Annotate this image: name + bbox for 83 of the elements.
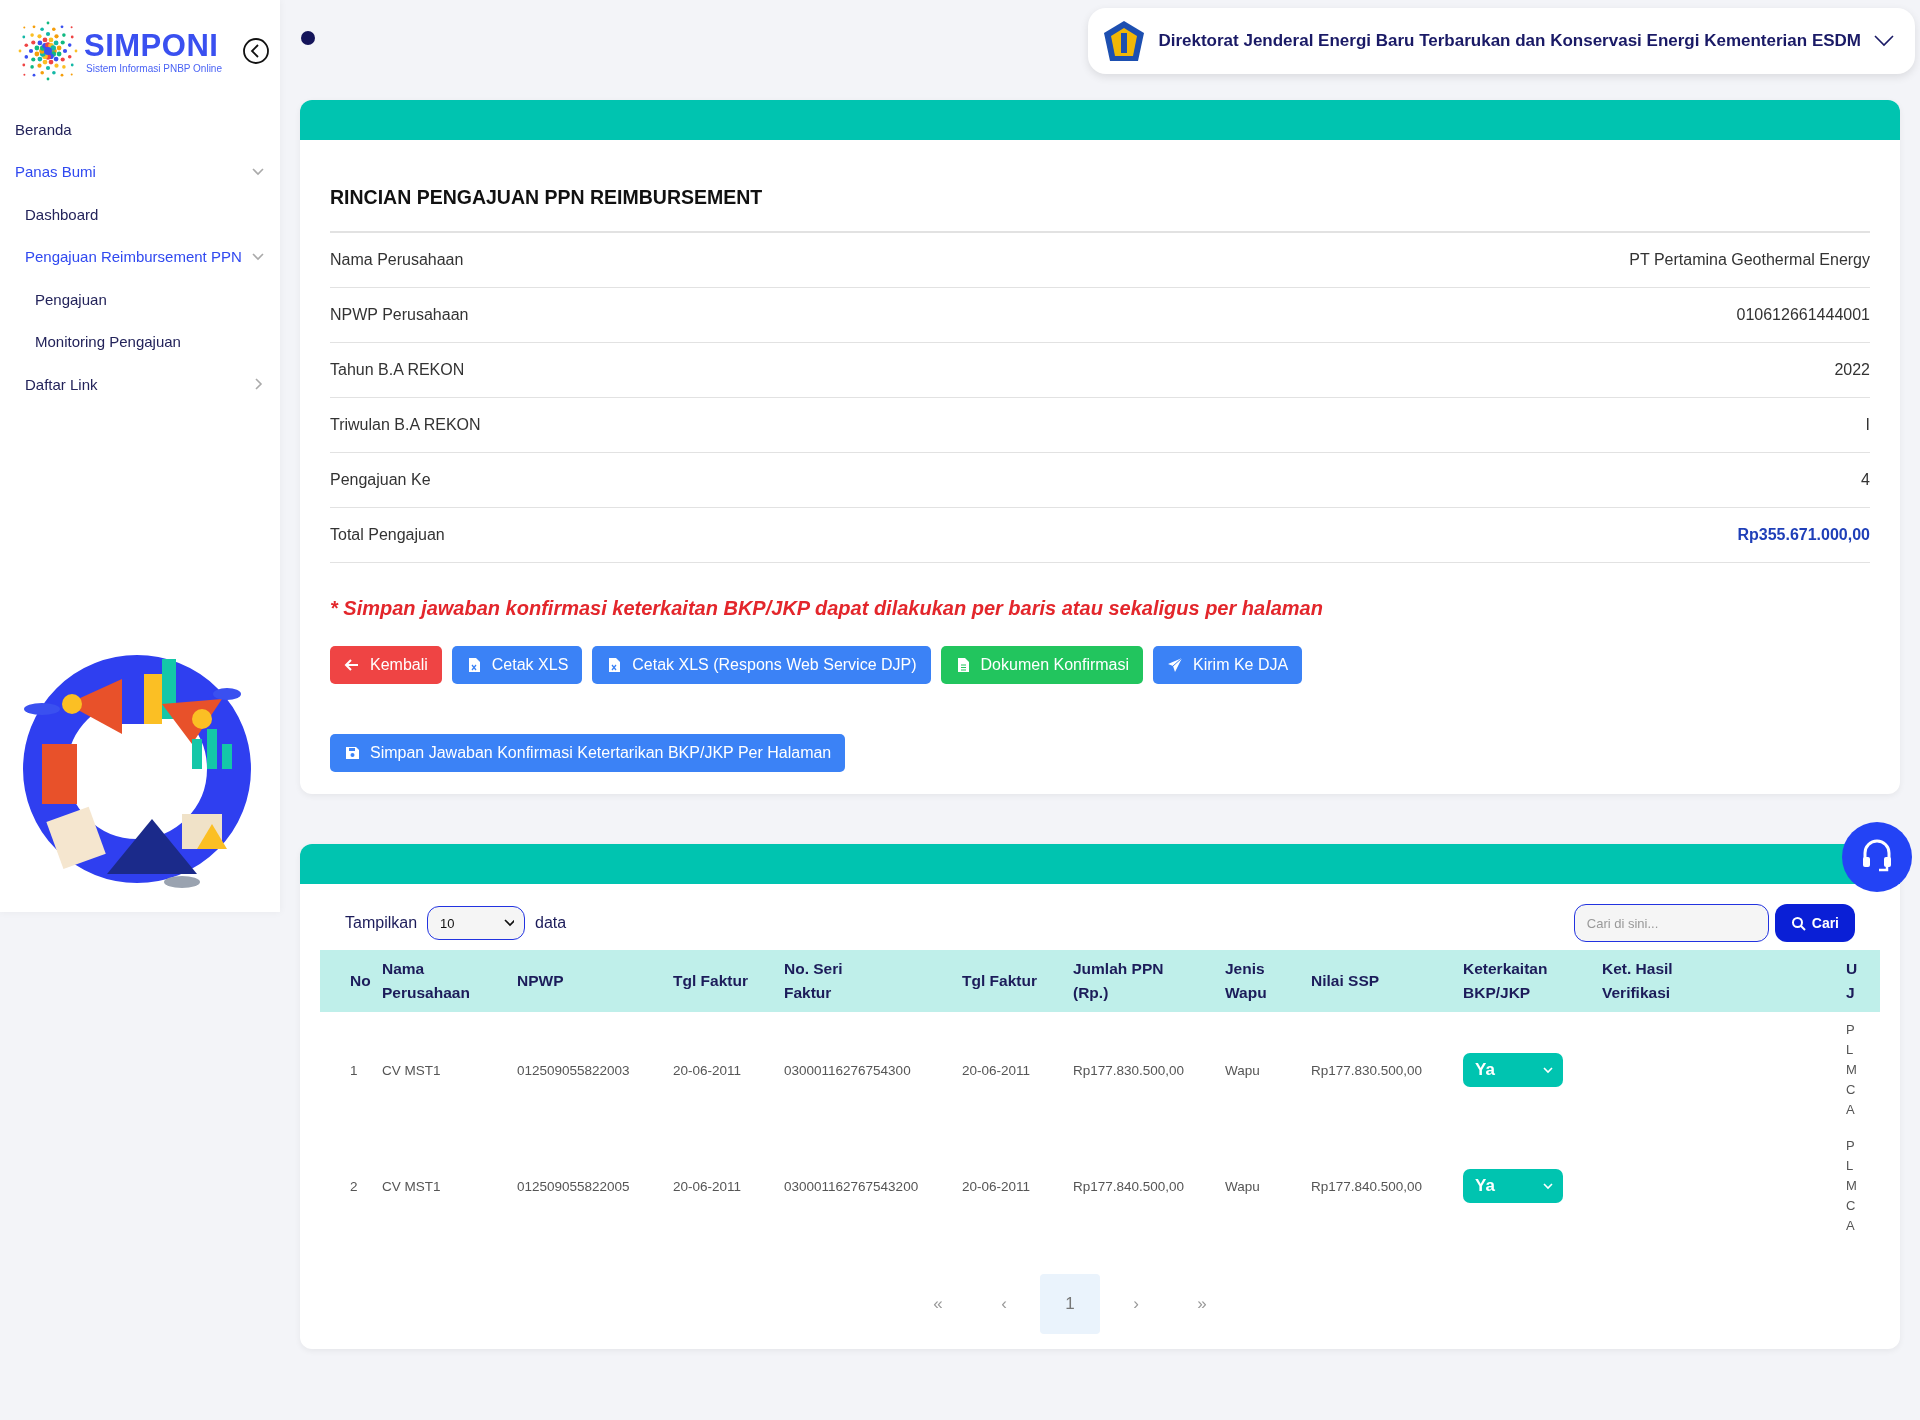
field-label: Total Pengajuan (330, 526, 445, 544)
length-label: data (535, 914, 567, 932)
sidebar-item[interactable]: Beranda (0, 108, 280, 151)
save-icon (344, 745, 360, 761)
page-button[interactable]: › (1106, 1274, 1166, 1334)
table-cell-text: P L M C A (1846, 1137, 1854, 1235)
table-cell-text: Rp177.840.500,00 (1072, 1178, 1186, 1194)
field-label: NPWP Perusahaan (330, 306, 469, 324)
dot-icon (300, 30, 316, 46)
back-button[interactable]: Kembali (330, 646, 442, 684)
column-header: Jenis Wapu (1224, 959, 1268, 1003)
page-size-select[interactable]: 10 (427, 906, 526, 940)
table-cell-text: 1 (349, 1062, 359, 1078)
column-header: Nilai SSP (1310, 971, 1381, 991)
document-button[interactable]: Dokumen Konfirmasi (940, 646, 1144, 684)
field-value: Rp355.671.000,00 (1737, 526, 1870, 544)
search-button[interactable]: Cari (1774, 904, 1855, 942)
logo-title: SIMPONI (84, 28, 220, 63)
table-cell-text: CV MST1 (381, 1062, 442, 1078)
sidebar-item[interactable]: Daftar Link (0, 363, 280, 406)
table-cell-text: 2 (349, 1178, 359, 1194)
sidebar-item[interactable]: Panas Bumi (0, 150, 280, 193)
organization-selector[interactable]: Direktorat Jenderal Energi Baru Terbarukan dan Konservasi Energi Kementerian ESDM (1088, 8, 1915, 74)
table-cell-text: Rp177.840.500,00 (1310, 1178, 1424, 1194)
sidebar-item[interactable]: Pengajuan Reimbursement PPN (0, 235, 280, 278)
field-value: 2022 (1834, 361, 1870, 379)
column-header: Keterkaitan BKP/JKP (1462, 959, 1549, 1003)
field-label: Pengajuan Ke (330, 471, 431, 489)
instruction-note: * Simpan jawaban konfirmasi keterkaitan BKP/JKP dapat dilakukan per baris atau sekaligus per halaman (330, 597, 1324, 620)
column-header: Jumlah PPN (Rp.) (1072, 959, 1165, 1003)
page-button[interactable]: ‹ (974, 1274, 1034, 1334)
column-header: Ket. Hasil Verifikasi (1601, 959, 1674, 1003)
field-value: 010612661444001 (1736, 306, 1870, 324)
collapse-button[interactable] (242, 37, 270, 65)
column-header: No (349, 971, 372, 991)
bkp-select[interactable]: Ya (1463, 1053, 1563, 1087)
field-value: I (1865, 416, 1870, 434)
logo-subtitle: Sistem Informasi PNBP Online (86, 62, 222, 74)
arrow-left-icon (344, 657, 360, 673)
table-cell-text: Wapu (1224, 1178, 1261, 1194)
sidebar-item[interactable]: Monitoring Pengajuan (0, 320, 280, 363)
field-value: PT Pertamina Geothermal Energy (1629, 251, 1870, 269)
emblem-icon (1102, 19, 1147, 63)
sidebar-item[interactable]: Pengajuan (0, 278, 280, 321)
table-cell-text: 20-06-2011 (961, 1062, 1032, 1078)
table-cell-text: Rp177.830.500,00 (1310, 1062, 1424, 1078)
field-label: Nama Perusahaan (330, 251, 464, 269)
send-icon (1167, 657, 1184, 673)
table-cell-text: Wapu (1224, 1062, 1261, 1078)
length-label: Tampilkan (345, 914, 418, 932)
table-cell-text: 20-06-2011 (672, 1062, 743, 1078)
send-button[interactable]: Kirim Ke DJA (1153, 646, 1303, 684)
table-cell-text: 03000116276754300 (783, 1062, 912, 1078)
page-button[interactable]: « (908, 1274, 968, 1334)
table-cell-text: 20-06-2011 (961, 1178, 1032, 1194)
column-header: No. Seri Faktur (783, 959, 844, 1003)
export-button[interactable]: Cetak XLS (451, 646, 583, 684)
table-cell-text: Rp177.830.500,00 (1072, 1062, 1186, 1078)
sidebar-item[interactable]: Dashboard (0, 193, 280, 236)
field-value: 4 (1861, 471, 1870, 489)
bkp-select[interactable]: Ya (1463, 1169, 1563, 1203)
column-header: U J (1846, 959, 1855, 1003)
column-header: Nama Perusahaan (381, 959, 471, 1003)
table-cell-text: P L M C A (1846, 1021, 1854, 1119)
search-field[interactable]: Cari di sini... (1573, 904, 1769, 942)
field-label: Tahun B.A REKON (330, 361, 465, 379)
table-cell-text: 030001162767543200 (783, 1178, 920, 1194)
card-title: RINCIAN PENGAJUAN PPN REIMBURSEMENT (330, 140, 1870, 233)
field-label: Triwulan B.A REKON (330, 416, 481, 434)
table-cell-text: 012509055822003 (516, 1062, 631, 1078)
page-button[interactable]: 1 (1040, 1274, 1100, 1334)
column-header: Tgl Faktur (961, 971, 1038, 991)
save-button[interactable]: Simpan Jawaban Konfirmasi Ketertarikan BKP/JKP Per Halaman (330, 734, 846, 772)
column-header: NPWP (516, 971, 565, 991)
xls-file-icon (606, 657, 623, 673)
table-cell-text: 20-06-2011 (672, 1178, 743, 1194)
export-button[interactable]: Cetak XLS (Respons Web Service DJP) (592, 646, 931, 684)
search-icon (1790, 915, 1806, 931)
page-button[interactable]: » (1172, 1274, 1232, 1334)
logo-icon (18, 21, 78, 81)
table-cell-text: 012509055822005 (516, 1178, 631, 1194)
column-header: Tgl Faktur (672, 971, 749, 991)
table-cell-text: CV MST1 (381, 1178, 442, 1194)
